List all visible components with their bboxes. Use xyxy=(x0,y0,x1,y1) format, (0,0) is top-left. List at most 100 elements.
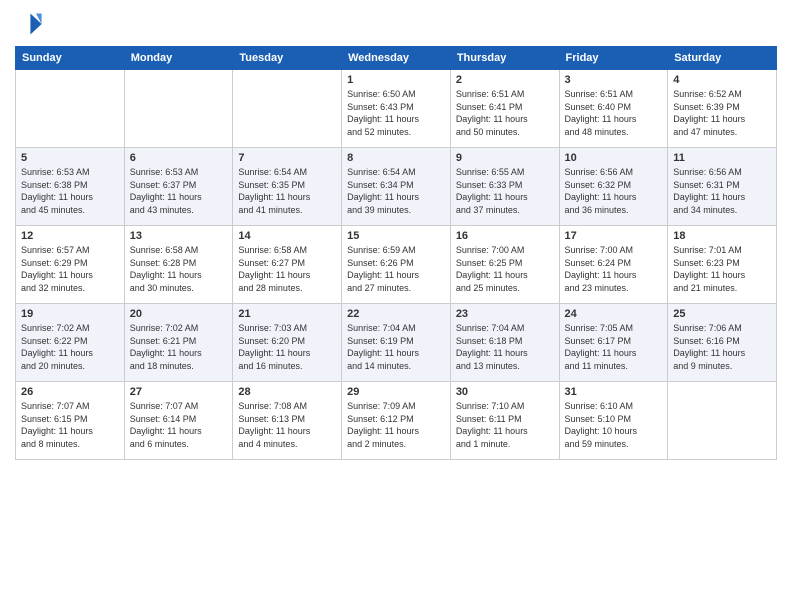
day-number: 9 xyxy=(456,152,554,164)
day-info: Sunrise: 7:05 AM Sunset: 6:17 PM Dayligh… xyxy=(565,322,663,372)
header xyxy=(15,10,777,38)
day-number: 7 xyxy=(238,152,336,164)
day-number: 1 xyxy=(347,74,445,86)
calendar-cell: 4 Sunrise: 6:52 AM Sunset: 6:39 PM Daylig… xyxy=(668,70,777,148)
header-row: SundayMondayTuesdayWednesdayThursdayFrid… xyxy=(16,47,777,70)
day-number: 13 xyxy=(130,230,228,242)
day-info: Sunrise: 7:02 AM Sunset: 6:21 PM Dayligh… xyxy=(130,322,228,372)
calendar-cell xyxy=(16,70,125,148)
calendar-cell: 14 Sunrise: 6:58 AM Sunset: 6:27 PM Dayli… xyxy=(233,226,342,304)
header-day: Wednesday xyxy=(342,47,451,70)
header-day: Thursday xyxy=(450,47,559,70)
day-info: Sunrise: 6:51 AM Sunset: 6:40 PM Dayligh… xyxy=(565,88,663,138)
calendar-cell: 20 Sunrise: 7:02 AM Sunset: 6:21 PM Dayli… xyxy=(124,304,233,382)
day-info: Sunrise: 6:53 AM Sunset: 6:37 PM Dayligh… xyxy=(130,166,228,216)
day-info: Sunrise: 6:52 AM Sunset: 6:39 PM Dayligh… xyxy=(673,88,771,138)
day-info: Sunrise: 7:08 AM Sunset: 6:13 PM Dayligh… xyxy=(238,400,336,450)
calendar-cell: 21 Sunrise: 7:03 AM Sunset: 6:20 PM Dayli… xyxy=(233,304,342,382)
day-info: Sunrise: 7:07 AM Sunset: 6:14 PM Dayligh… xyxy=(130,400,228,450)
calendar-cell: 11Sunrise: 6:56 AM Sunset: 6:31 PM Dayli… xyxy=(668,148,777,226)
day-number: 4 xyxy=(673,74,771,86)
logo xyxy=(15,10,46,38)
day-number: 24 xyxy=(565,308,663,320)
day-info: Sunrise: 7:07 AM Sunset: 6:15 PM Dayligh… xyxy=(21,400,119,450)
header-day: Monday xyxy=(124,47,233,70)
day-info: Sunrise: 6:50 AM Sunset: 6:43 PM Dayligh… xyxy=(347,88,445,138)
day-info: Sunrise: 6:53 AM Sunset: 6:38 PM Dayligh… xyxy=(21,166,119,216)
calendar-cell: 19 Sunrise: 7:02 AM Sunset: 6:22 PM Dayli… xyxy=(16,304,125,382)
day-number: 19 xyxy=(21,308,119,320)
day-info: Sunrise: 6:51 AM Sunset: 6:41 PM Dayligh… xyxy=(456,88,554,138)
day-info: Sunrise: 6:58 AM Sunset: 6:28 PM Dayligh… xyxy=(130,244,228,294)
calendar-cell xyxy=(124,70,233,148)
day-number: 16 xyxy=(456,230,554,242)
day-info: Sunrise: 7:10 AM Sunset: 6:11 PM Dayligh… xyxy=(456,400,554,450)
day-info: Sunrise: 7:00 AM Sunset: 6:25 PM Dayligh… xyxy=(456,244,554,294)
day-number: 15 xyxy=(347,230,445,242)
day-number: 12 xyxy=(21,230,119,242)
day-info: Sunrise: 7:03 AM Sunset: 6:20 PM Dayligh… xyxy=(238,322,336,372)
day-info: Sunrise: 7:02 AM Sunset: 6:22 PM Dayligh… xyxy=(21,322,119,372)
header-day: Tuesday xyxy=(233,47,342,70)
day-info: Sunrise: 6:54 AM Sunset: 6:34 PM Dayligh… xyxy=(347,166,445,216)
day-number: 22 xyxy=(347,308,445,320)
day-info: Sunrise: 6:54 AM Sunset: 6:35 PM Dayligh… xyxy=(238,166,336,216)
day-number: 30 xyxy=(456,386,554,398)
logo-icon xyxy=(15,10,43,38)
calendar-cell: 24 Sunrise: 7:05 AM Sunset: 6:17 PM Dayli… xyxy=(559,304,668,382)
calendar-cell: 12 Sunrise: 6:57 AM Sunset: 6:29 PM Dayli… xyxy=(16,226,125,304)
calendar-cell: 23Sunrise: 7:04 AM Sunset: 6:18 PM Dayli… xyxy=(450,304,559,382)
day-number: 31 xyxy=(565,386,663,398)
day-info: Sunrise: 6:57 AM Sunset: 6:29 PM Dayligh… xyxy=(21,244,119,294)
day-number: 3 xyxy=(565,74,663,86)
calendar-cell: 9Sunrise: 6:55 AM Sunset: 6:33 PM Daylig… xyxy=(450,148,559,226)
day-number: 21 xyxy=(238,308,336,320)
calendar-week: 1 Sunrise: 6:50 AM Sunset: 6:43 PM Daylig… xyxy=(16,70,777,148)
day-number: 18 xyxy=(673,230,771,242)
calendar-cell: 5Sunrise: 6:53 AM Sunset: 6:38 PM Daylig… xyxy=(16,148,125,226)
calendar-cell: 26 Sunrise: 7:07 AM Sunset: 6:15 PM Dayli… xyxy=(16,382,125,460)
calendar-cell: 29 Sunrise: 7:09 AM Sunset: 6:12 PM Dayli… xyxy=(342,382,451,460)
calendar-cell: 1 Sunrise: 6:50 AM Sunset: 6:43 PM Daylig… xyxy=(342,70,451,148)
header-day: Friday xyxy=(559,47,668,70)
header-day: Saturday xyxy=(668,47,777,70)
day-info: Sunrise: 7:09 AM Sunset: 6:12 PM Dayligh… xyxy=(347,400,445,450)
calendar-cell: 17 Sunrise: 7:00 AM Sunset: 6:24 PM Dayli… xyxy=(559,226,668,304)
calendar-cell: 13 Sunrise: 6:58 AM Sunset: 6:28 PM Dayli… xyxy=(124,226,233,304)
calendar-cell: 10 Sunrise: 6:56 AM Sunset: 6:32 PM Dayli… xyxy=(559,148,668,226)
day-info: Sunrise: 6:10 AM Sunset: 5:10 PM Dayligh… xyxy=(565,400,663,450)
calendar-week: 26 Sunrise: 7:07 AM Sunset: 6:15 PM Dayli… xyxy=(16,382,777,460)
day-number: 29 xyxy=(347,386,445,398)
day-info: Sunrise: 6:58 AM Sunset: 6:27 PM Dayligh… xyxy=(238,244,336,294)
day-number: 25 xyxy=(673,308,771,320)
day-number: 14 xyxy=(238,230,336,242)
day-number: 20 xyxy=(130,308,228,320)
header-day: Sunday xyxy=(16,47,125,70)
calendar: SundayMondayTuesdayWednesdayThursdayFrid… xyxy=(15,46,777,460)
calendar-week: 12 Sunrise: 6:57 AM Sunset: 6:29 PM Dayli… xyxy=(16,226,777,304)
day-info: Sunrise: 6:56 AM Sunset: 6:32 PM Dayligh… xyxy=(565,166,663,216)
day-number: 2 xyxy=(456,74,554,86)
page: SundayMondayTuesdayWednesdayThursdayFrid… xyxy=(0,0,792,612)
day-info: Sunrise: 7:06 AM Sunset: 6:16 PM Dayligh… xyxy=(673,322,771,372)
calendar-cell: 7 Sunrise: 6:54 AM Sunset: 6:35 PM Daylig… xyxy=(233,148,342,226)
day-number: 26 xyxy=(21,386,119,398)
calendar-cell xyxy=(233,70,342,148)
calendar-cell: 30 Sunrise: 7:10 AM Sunset: 6:11 PM Dayli… xyxy=(450,382,559,460)
day-number: 10 xyxy=(565,152,663,164)
calendar-cell: 27 Sunrise: 7:07 AM Sunset: 6:14 PM Dayli… xyxy=(124,382,233,460)
calendar-cell: 25 Sunrise: 7:06 AM Sunset: 6:16 PM Dayli… xyxy=(668,304,777,382)
calendar-cell xyxy=(668,382,777,460)
calendar-cell: 6 Sunrise: 6:53 AM Sunset: 6:37 PM Daylig… xyxy=(124,148,233,226)
day-number: 6 xyxy=(130,152,228,164)
day-number: 17 xyxy=(565,230,663,242)
day-info: Sunrise: 7:00 AM Sunset: 6:24 PM Dayligh… xyxy=(565,244,663,294)
calendar-cell: 15Sunrise: 6:59 AM Sunset: 6:26 PM Dayli… xyxy=(342,226,451,304)
day-info: Sunrise: 7:01 AM Sunset: 6:23 PM Dayligh… xyxy=(673,244,771,294)
day-number: 23 xyxy=(456,308,554,320)
day-number: 27 xyxy=(130,386,228,398)
calendar-week: 5Sunrise: 6:53 AM Sunset: 6:38 PM Daylig… xyxy=(16,148,777,226)
calendar-cell: 2 Sunrise: 6:51 AM Sunset: 6:41 PM Daylig… xyxy=(450,70,559,148)
day-number: 28 xyxy=(238,386,336,398)
calendar-cell: 18 Sunrise: 7:01 AM Sunset: 6:23 PM Dayli… xyxy=(668,226,777,304)
